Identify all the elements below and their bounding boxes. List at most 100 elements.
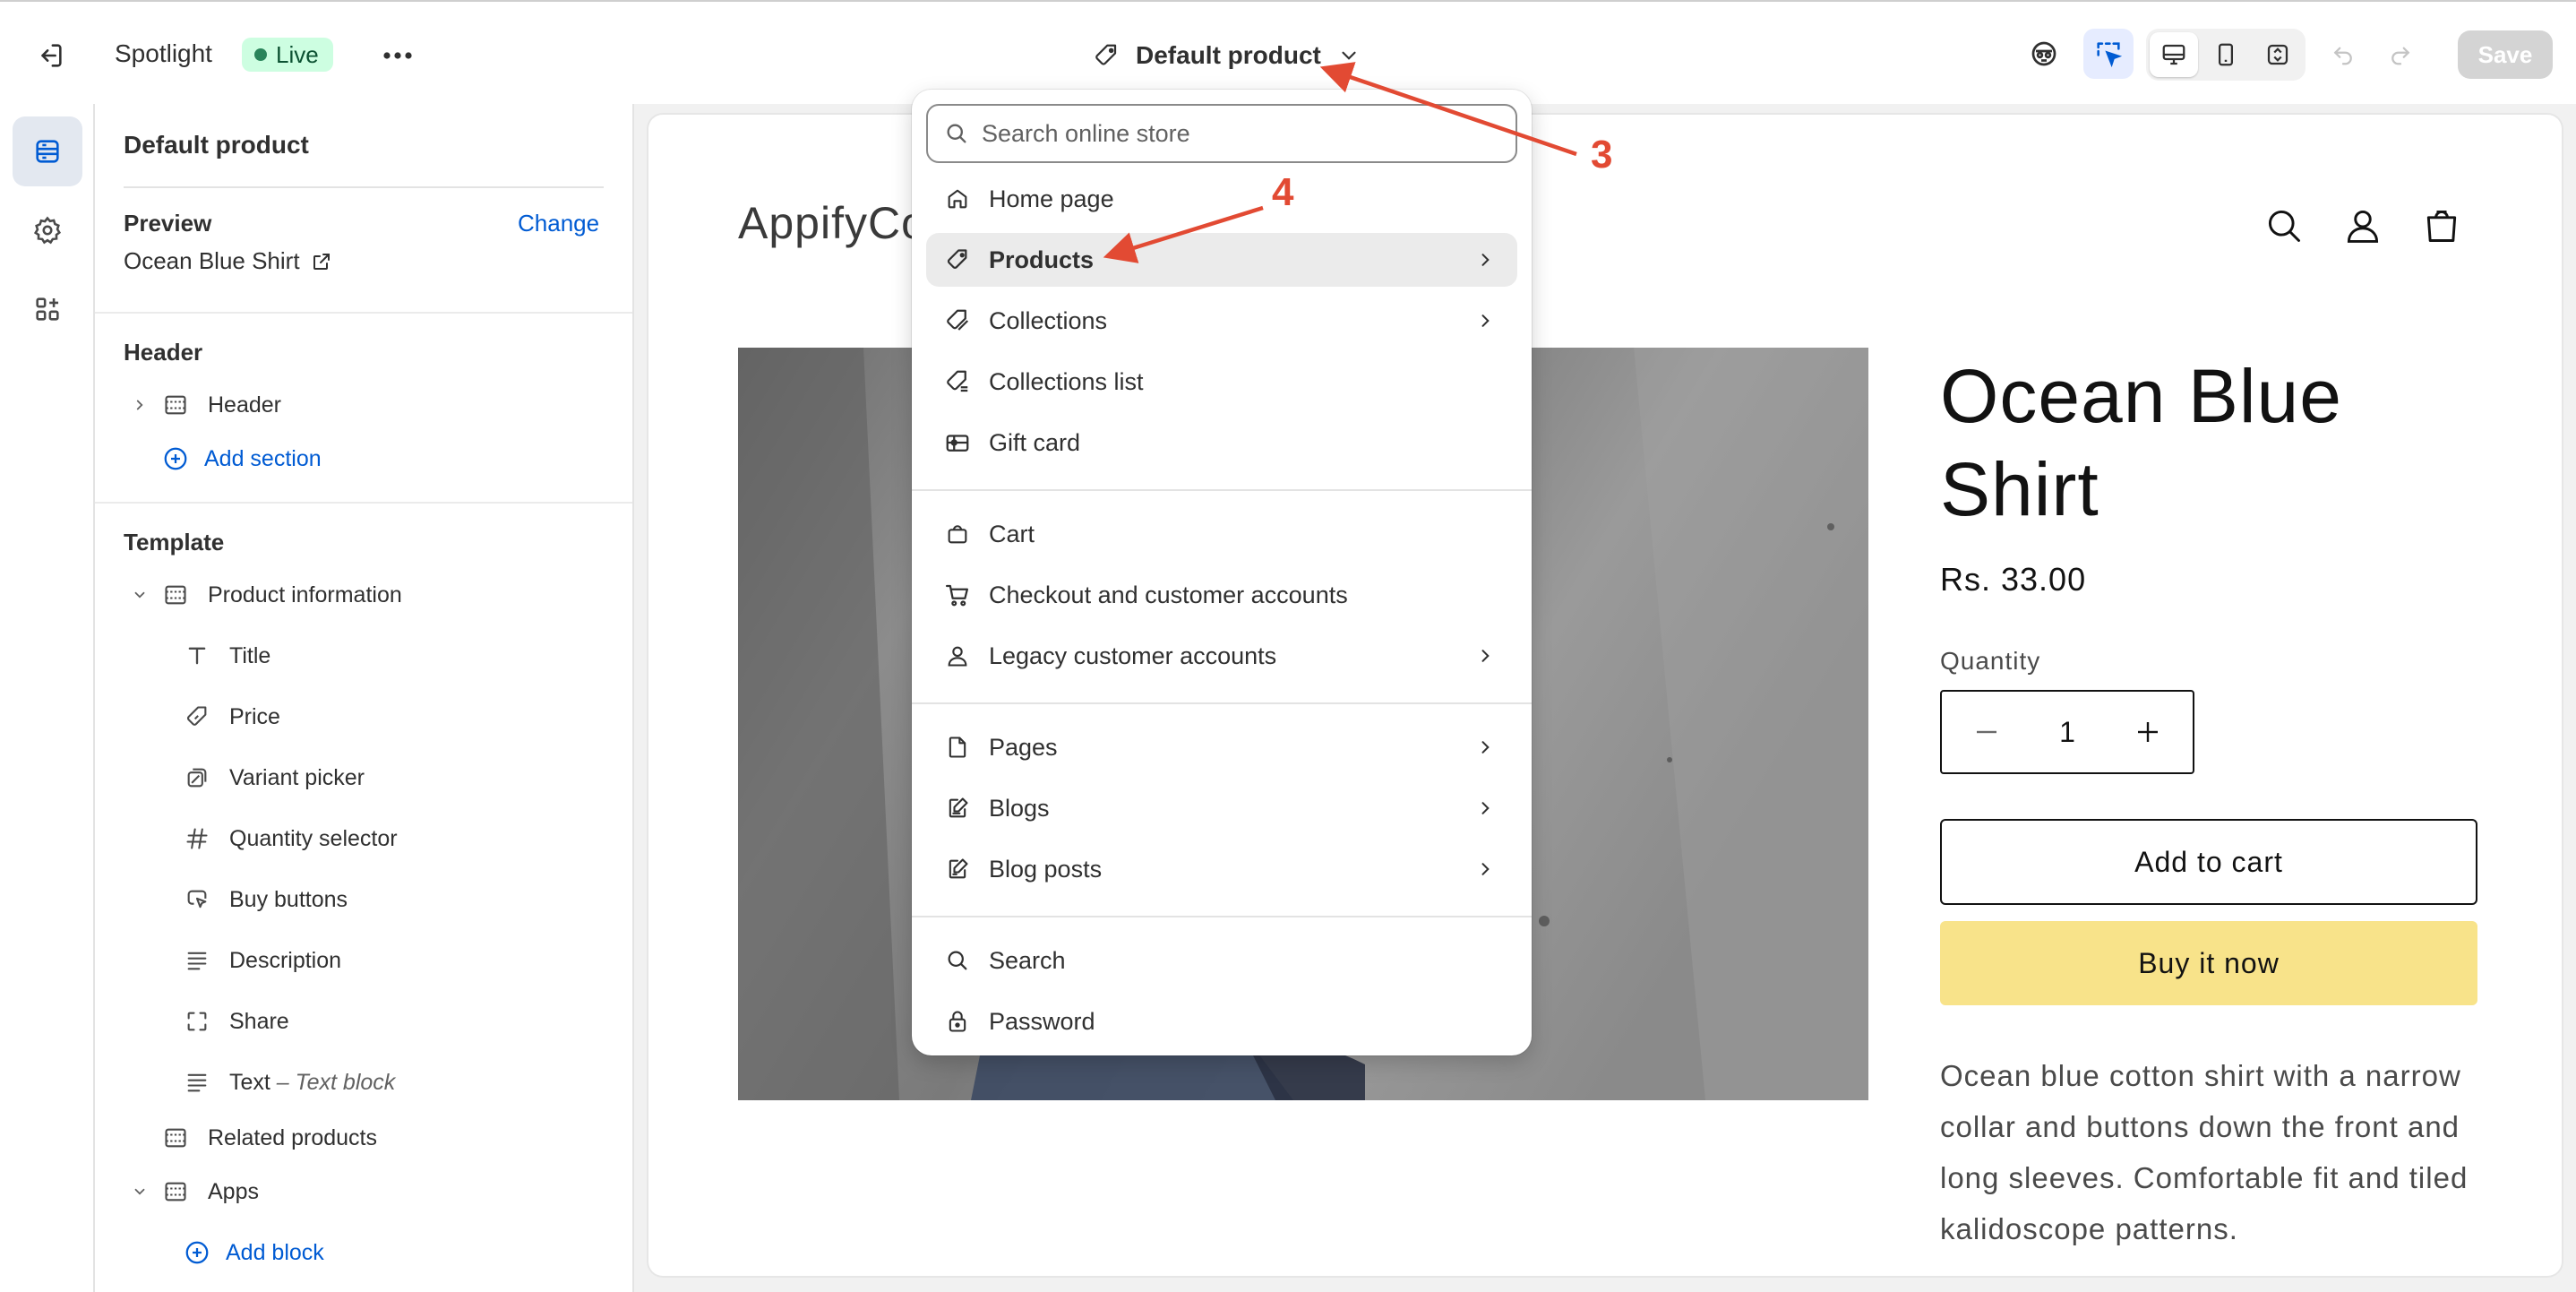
cursor-click-icon (177, 887, 217, 912)
search-icon (942, 948, 973, 973)
template-selector[interactable]: Default product (1093, 36, 1361, 75)
cart-icon (942, 581, 973, 608)
blog-icon (942, 796, 973, 821)
chevron-down-icon[interactable] (124, 587, 156, 603)
menu-item-gift-card[interactable]: Gift card (926, 416, 1517, 469)
block-label: Share (229, 1008, 289, 1034)
store-header-icons (2263, 201, 2463, 251)
template-dropdown: Home page Products Collections Collectio… (912, 90, 1532, 1055)
chevron-right-icon[interactable] (124, 397, 156, 413)
menu-divider (912, 489, 1532, 491)
menu-item-legacy-customer-accounts[interactable]: Legacy customer accounts (926, 629, 1517, 683)
page-icon (942, 735, 973, 760)
block-price[interactable]: Price (177, 692, 614, 742)
block-buy-buttons[interactable]: Buy buttons (177, 874, 614, 925)
theme-settings-icon[interactable] (13, 195, 82, 265)
block-text[interactable]: Text – Text block (177, 1057, 614, 1107)
variant-icon (177, 765, 217, 790)
store-logo[interactable]: AppifyCo (738, 197, 927, 249)
divider (124, 186, 604, 188)
menu-item-products[interactable]: Products (926, 233, 1517, 287)
sections-icon[interactable] (13, 116, 82, 186)
ai-sidekick-icon[interactable] (2019, 29, 2069, 79)
block-variant-picker[interactable]: Variant picker (177, 753, 614, 803)
header-group-heading: Header (124, 339, 203, 366)
buy-now-button[interactable]: Buy it now (1940, 921, 2477, 1005)
menu-item-search[interactable]: Search (926, 934, 1517, 987)
menu-item-home-page[interactable]: Home page (926, 172, 1517, 226)
increase-quantity-button[interactable] (2130, 722, 2166, 742)
block-type-label: Text block (295, 1069, 396, 1095)
person-icon (942, 643, 973, 668)
search-input[interactable] (982, 119, 1483, 148)
section-icon (156, 582, 195, 607)
add-block-label: Add block (226, 1239, 324, 1265)
section-header-icon (156, 392, 195, 418)
chevron-right-icon (1467, 251, 1503, 269)
quantity-stepper[interactable]: 1 (1940, 690, 2194, 774)
search-icon (944, 121, 969, 146)
decrease-quantity-button[interactable] (1969, 730, 2005, 734)
menu-item-label: Checkout and customer accounts (989, 581, 1348, 608)
mobile-view-icon[interactable] (2202, 32, 2250, 77)
menu-item-blogs[interactable]: Blogs (926, 781, 1517, 835)
undo-icon[interactable] (2318, 29, 2368, 79)
section-header[interactable]: Header (124, 380, 614, 430)
chevron-down-icon[interactable] (124, 1184, 156, 1200)
section-related-products[interactable]: Related products (124, 1113, 614, 1163)
gift-card-icon (942, 429, 973, 456)
section-product-information[interactable]: Product information (124, 570, 614, 620)
fullscreen-view-icon[interactable] (2254, 32, 2302, 77)
save-button[interactable]: Save (2458, 30, 2553, 79)
menu-item-checkout[interactable]: Checkout and customer accounts (926, 568, 1517, 622)
block-share[interactable]: Share (177, 996, 614, 1047)
template-group-heading: Template (124, 529, 225, 556)
apps-icon[interactable] (13, 274, 82, 344)
template-selector-label: Default product (1136, 41, 1321, 69)
block-title[interactable]: Title (177, 631, 614, 681)
menu-item-collections-list[interactable]: Collections list (926, 355, 1517, 409)
add-block-button[interactable]: Add block (177, 1227, 614, 1278)
collections-list-icon (942, 368, 973, 395)
external-link-icon (311, 251, 332, 272)
exit-icon[interactable] (27, 34, 73, 77)
collections-icon (942, 307, 973, 334)
menu-item-label: Blog posts (989, 855, 1103, 883)
menu-item-pages[interactable]: Pages (926, 720, 1517, 774)
desktop-view-icon[interactable] (2150, 32, 2198, 77)
cart-icon[interactable] (2420, 201, 2463, 251)
menu-item-password[interactable]: Password (926, 995, 1517, 1048)
search-icon[interactable] (2263, 201, 2306, 251)
menu-item-label: Home page (989, 185, 1114, 212)
menu-item-label: Password (989, 1007, 1095, 1035)
add-to-cart-button[interactable]: Add to cart (1940, 819, 2477, 905)
more-actions-icon[interactable] (380, 38, 416, 73)
quantity-label: Quantity (1940, 647, 2041, 675)
block-description[interactable]: Description (177, 935, 614, 986)
preview-product[interactable]: Ocean Blue Shirt (124, 247, 332, 275)
chevron-right-icon (1467, 860, 1503, 878)
account-icon[interactable] (2341, 201, 2384, 251)
dropdown-search[interactable] (926, 104, 1517, 163)
block-label: Variant picker (229, 764, 365, 790)
blog-post-icon (942, 857, 973, 882)
product-description: Ocean blue cotton shirt with a narrow co… (1940, 1059, 2469, 1245)
menu-item-blog-posts[interactable]: Blog posts (926, 842, 1517, 896)
section-label: Apps (208, 1178, 259, 1204)
share-frame-icon (177, 1009, 217, 1034)
redo-icon[interactable] (2375, 29, 2426, 79)
inspector-icon[interactable] (2083, 29, 2134, 79)
product-title: Ocean Blue Shirt (1940, 354, 2342, 531)
theme-name: Spotlight (115, 39, 212, 67)
chevron-right-icon (1467, 647, 1503, 665)
chevron-right-icon (1467, 799, 1503, 817)
section-label: Related products (208, 1124, 378, 1150)
block-quantity-selector[interactable]: Quantity selector (177, 814, 614, 864)
menu-item-label: Cart (989, 520, 1035, 547)
menu-item-cart[interactable]: Cart (926, 507, 1517, 561)
section-apps[interactable]: Apps (124, 1167, 614, 1217)
change-preview-link[interactable]: Change (518, 210, 599, 237)
menu-item-collections[interactable]: Collections (926, 294, 1517, 348)
add-section-button[interactable]: Add section (124, 434, 614, 484)
quantity-value[interactable]: 1 (2059, 716, 2075, 749)
